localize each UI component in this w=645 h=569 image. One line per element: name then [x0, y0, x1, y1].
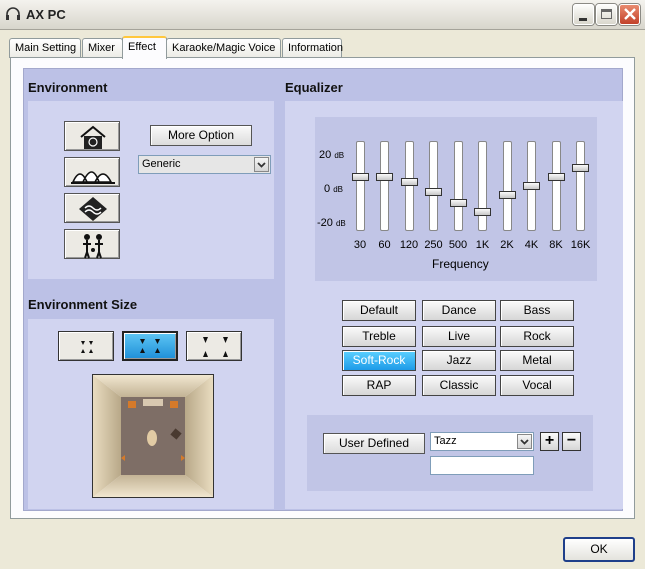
- preset-rap-button[interactable]: RAP: [342, 375, 416, 396]
- headphones-icon: [5, 6, 21, 22]
- close-button[interactable]: [619, 4, 640, 25]
- user-defined-panel: User Defined Tazz + −: [307, 415, 593, 491]
- minimize-button[interactable]: [573, 4, 594, 25]
- eq-slider-thumb-8k[interactable]: [547, 172, 565, 181]
- preset-classic-button[interactable]: Classic: [422, 375, 496, 396]
- eq-slider-thumb-30[interactable]: [351, 172, 369, 181]
- preset-rock-button[interactable]: Rock: [500, 326, 574, 347]
- size-medium-button[interactable]: [122, 331, 178, 361]
- eq-slider-track-250[interactable]: [429, 141, 438, 231]
- eq-slider-thumb-2k[interactable]: [498, 191, 516, 200]
- room-preview: [92, 374, 214, 498]
- small-size-icon: [81, 341, 93, 353]
- chevron-down-icon: [254, 157, 269, 172]
- equalizer-sliders-panel: 20 dB 0 dB -20 dB Frequency 30 60 120 250 50…: [315, 117, 597, 281]
- remove-preset-button[interactable]: −: [562, 432, 581, 451]
- eq-slider-thumb-4k[interactable]: [523, 182, 540, 190]
- eq-slider-thumb-60[interactable]: [376, 172, 393, 181]
- tab-mixer[interactable]: Mixer: [82, 38, 123, 58]
- minimize-icon: [579, 18, 587, 21]
- preset-live-button[interactable]: Live: [422, 326, 496, 347]
- eq-slider-track-8k[interactable]: [551, 141, 561, 231]
- eq-slider-track-1k[interactable]: [478, 141, 487, 231]
- eq-band-label-16k: 16K: [570, 239, 591, 251]
- title-bar[interactable]: AX PC: [0, 0, 645, 30]
- size-small-button[interactable]: [58, 331, 114, 361]
- eq-slider-track-60[interactable]: [380, 141, 389, 231]
- tab-karaoke-magic-voice[interactable]: Karaoke/Magic Voice: [166, 38, 281, 58]
- eq-slider-track-500[interactable]: [453, 141, 463, 231]
- environment-preset-select[interactable]: Generic: [138, 155, 271, 174]
- size-large-button[interactable]: [186, 331, 242, 361]
- eq-tick-mid-value: 0: [324, 183, 331, 195]
- equalizer-title: Equalizer: [285, 80, 343, 95]
- env-concert-button[interactable]: [64, 229, 120, 259]
- preset-jazz-button[interactable]: Jazz: [422, 350, 496, 371]
- preset-metal-button[interactable]: Metal: [500, 350, 574, 371]
- add-preset-button[interactable]: +: [540, 432, 559, 451]
- effect-panel: Environment More Option Generic Environm…: [10, 57, 635, 519]
- eq-tick-top-value: 20: [319, 149, 332, 161]
- preset-vocal-button[interactable]: Vocal: [500, 375, 574, 396]
- user-preset-select[interactable]: Tazz: [430, 432, 534, 451]
- medium-size-icon: [140, 339, 160, 353]
- opera-house-icon: [71, 171, 115, 184]
- more-option-button[interactable]: More Option: [150, 125, 252, 146]
- eq-tick-top-unit: dB: [334, 151, 345, 160]
- preset-soft-rock-button[interactable]: Soft-Rock: [342, 350, 416, 371]
- equalizer-group: 20 dB 0 dB -20 dB Frequency 30 60 120 250 50…: [285, 101, 623, 509]
- maximize-button[interactable]: [596, 4, 617, 25]
- environment-title: Environment: [28, 80, 108, 95]
- preset-treble-button[interactable]: Treble: [342, 326, 416, 347]
- eq-slider-thumb-1k[interactable]: [474, 207, 491, 216]
- tab-effect[interactable]: Effect: [122, 36, 167, 59]
- large-size-icon: [203, 337, 228, 357]
- eq-tick-bottom: -20 dB: [317, 217, 346, 229]
- eq-tick-mid: 0 dB: [324, 183, 343, 195]
- environment-group: More Option Generic: [28, 101, 274, 279]
- eq-frequency-label: Frequency: [432, 257, 489, 271]
- cave-icon: [79, 197, 107, 221]
- environment-size-group: [28, 319, 274, 509]
- ok-button[interactable]: OK: [563, 537, 635, 562]
- eq-slider-thumb-16k[interactable]: [572, 163, 589, 172]
- room-illustration: [93, 375, 213, 497]
- preset-default-button[interactable]: Default: [342, 300, 416, 321]
- eq-slider-track-2k[interactable]: [502, 141, 512, 231]
- environment-preset-value: Generic: [142, 158, 181, 170]
- chevron-down-icon: [517, 434, 532, 449]
- eq-tick-top: 20 dB: [319, 149, 344, 161]
- eq-slider-track-16k[interactable]: [576, 141, 585, 231]
- eq-tick-mid-unit: dB: [333, 185, 343, 194]
- eq-slider-track-30[interactable]: [355, 141, 365, 231]
- house-icon: [80, 125, 106, 149]
- user-defined-button[interactable]: User Defined: [323, 433, 425, 454]
- close-icon: [623, 7, 637, 24]
- window-title: AX PC: [26, 7, 66, 22]
- eq-slider-thumb-250[interactable]: [425, 187, 442, 196]
- eq-tick-bottom-unit: dB: [335, 219, 346, 228]
- effect-content: Environment More Option Generic Environm…: [23, 68, 623, 511]
- eq-tick-bottom-value: -20: [317, 217, 333, 229]
- tab-information[interactable]: Information: [282, 38, 343, 58]
- env-house-button[interactable]: [64, 121, 120, 151]
- preset-dance-button[interactable]: Dance: [422, 300, 496, 321]
- preset-bass-button[interactable]: Bass: [500, 300, 574, 321]
- concert-icon: [83, 234, 103, 259]
- user-preset-value: Tazz: [434, 435, 457, 447]
- tab-main-setting[interactable]: Main Setting: [9, 38, 81, 58]
- env-cave-button[interactable]: [64, 193, 120, 223]
- user-preset-name-input[interactable]: [430, 456, 534, 475]
- env-opera-house-button[interactable]: [64, 157, 120, 187]
- maximize-icon: [601, 9, 612, 19]
- eq-slider-thumb-500[interactable]: [449, 198, 467, 207]
- environment-size-title: Environment Size: [28, 297, 138, 312]
- eq-slider-thumb-120[interactable]: [400, 178, 418, 187]
